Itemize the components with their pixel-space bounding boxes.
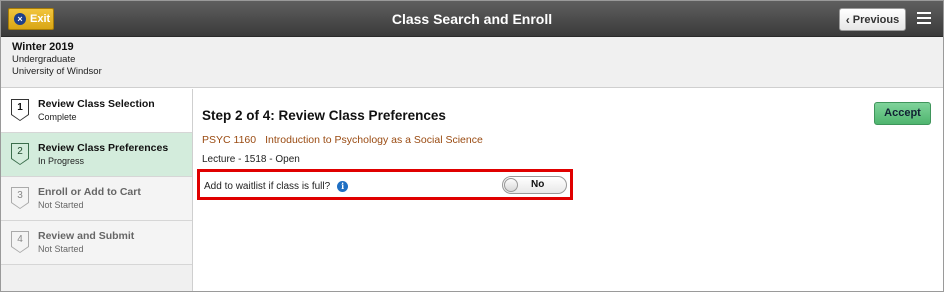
step-item-review-class-preferences[interactable]: 2 Review Class Preferences In Progress (1, 133, 192, 177)
previous-label: Previous (852, 13, 900, 26)
waitlist-label: Add to waitlist if class is full? (204, 181, 331, 192)
section-info: Lecture - 1518 - Open (202, 154, 300, 165)
info-icon[interactable]: i (337, 181, 349, 192)
toggle-knob (504, 178, 518, 192)
step-status: Not Started (38, 200, 84, 210)
page-title: Class Search and Enroll (391, 11, 553, 27)
step-title: Step 2 of 4: Review Class Preferences (202, 108, 446, 123)
waitlist-toggle[interactable]: No (502, 176, 567, 194)
step-item-review-class-selection[interactable]: 1 Review Class Selection Complete (1, 89, 192, 133)
step-label: Review Class Preferences (38, 142, 169, 154)
step-navigation: 1 Review Class Selection Complete 2 Revi… (1, 89, 193, 291)
hamburger-menu-icon[interactable] (917, 12, 931, 26)
page-frame: × Exit Class Search and Enroll ‹ Previou… (0, 0, 944, 292)
step-number-badge: 4 (11, 231, 29, 253)
term-institution: University of Windsor (12, 66, 102, 77)
waitlist-row: Add to waitlist if class is full? i (204, 181, 349, 192)
step-status: Complete (38, 112, 77, 122)
course-code: PSYC 1160 (202, 134, 257, 146)
step-label: Review Class Selection (38, 98, 155, 110)
term-name: Winter 2019 (12, 41, 74, 53)
course-heading: PSYC 1160 Introduction to Psychology as a… (202, 134, 483, 146)
step-label: Review and Submit (38, 230, 135, 242)
step-status: Not Started (38, 244, 84, 254)
step-item-review-and-submit: 4 Review and Submit Not Started (1, 221, 192, 265)
term-career: Undergraduate (12, 54, 76, 65)
accept-button[interactable]: Accept (874, 102, 931, 125)
top-banner: × Exit Class Search and Enroll ‹ Previou… (1, 1, 943, 37)
step-number-badge: 2 (11, 143, 29, 165)
term-header: Winter 2019 Undergraduate University of … (1, 37, 943, 88)
chevron-left-icon: ‹ (845, 12, 850, 27)
step-number-badge: 3 (11, 187, 29, 209)
previous-button[interactable]: ‹ Previous (839, 8, 906, 31)
toggle-value: No (531, 179, 545, 190)
step-number-badge: 1 (11, 99, 29, 121)
main-content: Step 2 of 4: Review Class Preferences Ac… (194, 89, 943, 291)
step-item-enroll-or-add-to-cart: 3 Enroll or Add to Cart Not Started (1, 177, 192, 221)
step-status: In Progress (38, 156, 85, 166)
course-title: Introduction to Psychology as a Social S… (265, 134, 483, 146)
step-label: Enroll or Add to Cart (38, 186, 141, 198)
